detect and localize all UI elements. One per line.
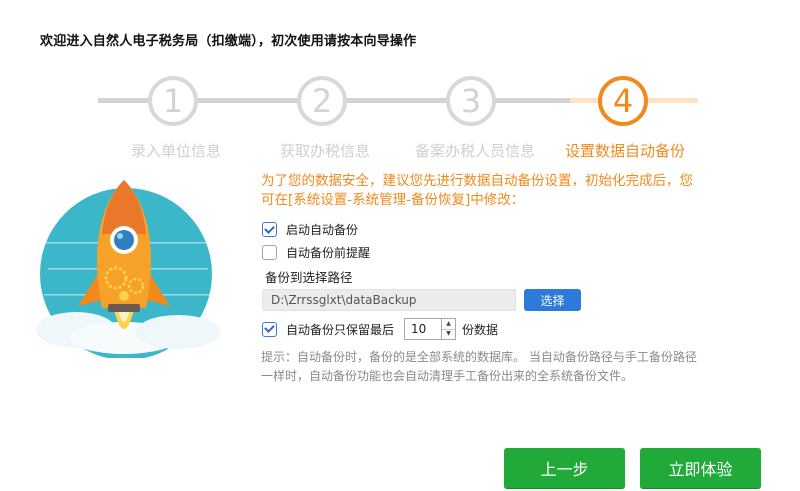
backup-path-title: 备份到选择路径: [265, 270, 353, 285]
step-1-label: 录入单位信息: [130, 142, 221, 160]
remind-before-checkbox[interactable]: [262, 245, 277, 260]
step-4-label: 设置数据自动备份: [564, 142, 685, 160]
auto-backup-label: 启动自动备份: [286, 223, 359, 237]
keep-count-input[interactable]: 10: [404, 318, 443, 340]
increment-arrow-icon[interactable]: ▲: [442, 319, 455, 329]
step-3-label: 备案办税人员信息: [414, 142, 535, 160]
intro-text: 为了您的数据安全，建议您先进行数据自动备份设置，初始化完成后，您可在[系统设置-…: [261, 173, 693, 208]
stepper-arrows: ▲ ▼: [442, 318, 457, 340]
keep-latest-row: 自动备份只保留最后 10 ▲ ▼ 份数据: [262, 318, 498, 340]
remind-before-label: 自动备份前提醒: [286, 246, 371, 260]
backup-path-input[interactable]: D:\Zrrssglxt\dataBackup: [262, 289, 516, 311]
keep-latest-label: 自动备份只保留最后: [286, 322, 395, 337]
wizard-steps: 1 2 3 4 录入单位信息 获取办税信息 备案办税人员信息 设置数据自动备份: [0, 72, 800, 182]
keep-latest-suffix: 份数据: [462, 322, 499, 337]
auto-backup-row[interactable]: 启动自动备份: [262, 221, 358, 238]
previous-step-button[interactable]: 上一步: [504, 448, 625, 488]
step-3-circle: 3: [446, 76, 496, 126]
select-path-button[interactable]: 选择: [524, 289, 581, 311]
welcome-title: 欢迎进入自然人电子税务局（扣缴端），初次使用请按本向导操作: [40, 34, 417, 49]
auto-backup-checkbox[interactable]: [262, 222, 277, 237]
start-now-button[interactable]: 立即体验: [640, 448, 761, 488]
step-2-circle: 2: [297, 76, 347, 126]
remind-before-row[interactable]: 自动备份前提醒: [262, 244, 370, 261]
step-1-circle: 1: [148, 76, 198, 126]
keep-count-stepper[interactable]: 10 ▲ ▼: [404, 318, 457, 340]
decrement-arrow-icon[interactable]: ▼: [442, 328, 456, 340]
keep-latest-checkbox[interactable]: [262, 321, 277, 337]
step-2-label: 获取办税信息: [279, 142, 370, 160]
hint-text: 提示：自动备份时，备份的是全部系统的数据库。 当自动备份路径与手工备份路径一样时…: [261, 350, 697, 383]
rocket-illustration: [36, 180, 220, 358]
step-4-circle: 4: [598, 76, 648, 126]
